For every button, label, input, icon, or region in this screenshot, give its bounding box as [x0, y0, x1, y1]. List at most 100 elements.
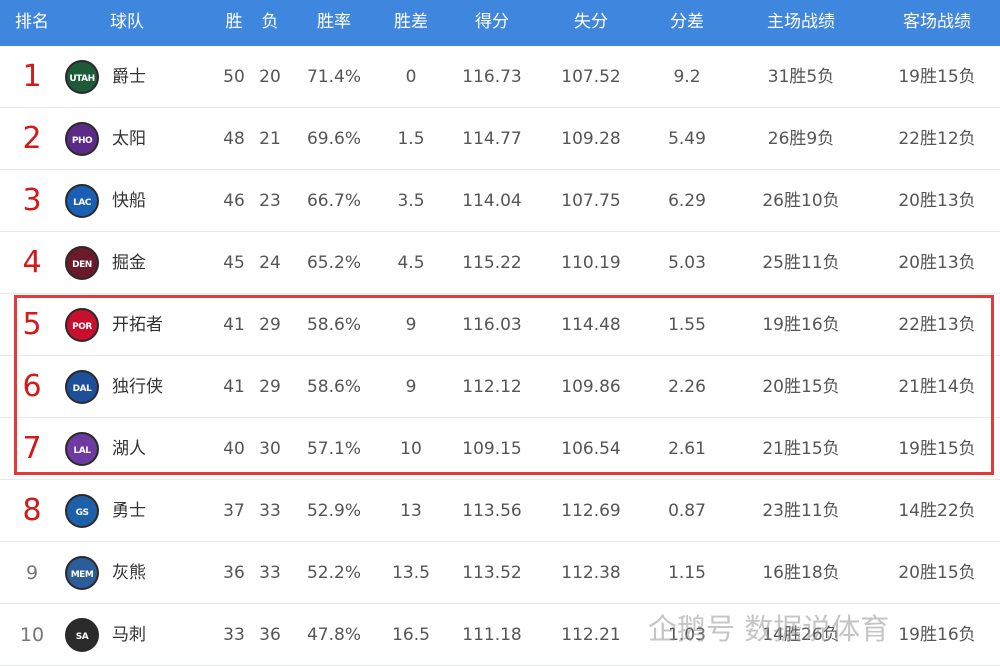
watermark: 企鹅号 数据说体育	[648, 612, 890, 646]
cell-pa: 106.54	[561, 439, 621, 459]
team-logo-icon: LAC	[65, 184, 99, 218]
cell-pct: 52.9%	[306, 501, 362, 521]
cell-home: 25胜11负	[762, 253, 840, 273]
cell-pf: 116.03	[462, 315, 522, 335]
cell-wins: 48	[223, 129, 245, 149]
cell-diff: 6.29	[668, 191, 706, 211]
cell-pa: 109.28	[561, 129, 621, 149]
cell-gb: 9	[405, 377, 417, 397]
cell-losses: 20	[259, 67, 281, 87]
team-logo-icon: DEN	[65, 246, 99, 280]
table-row: 7 LAL 湖人 40 30 57.1% 10 109.15 106.54 2.61 21胜15负 1…	[0, 418, 1000, 480]
rank-number: 10	[19, 624, 45, 646]
team-logo-icon: GS	[65, 494, 99, 528]
header-points-against: 失分	[574, 12, 608, 32]
cell-gb: 1.5	[397, 129, 425, 149]
cell-pf: 115.22	[462, 253, 522, 273]
rank-number: 2	[22, 121, 42, 156]
cell-pf: 109.15	[462, 439, 522, 459]
cell-pa: 109.86	[561, 377, 621, 397]
cell-away: 19胜15负	[898, 439, 976, 459]
cell-away: 14胜22负	[898, 501, 976, 521]
cell-wins: 41	[223, 377, 245, 397]
cell-pct: 65.2%	[306, 253, 362, 273]
cell-losses: 24	[259, 253, 281, 273]
cell-wins: 50	[223, 67, 245, 87]
team-name[interactable]: 太阳	[112, 108, 146, 170]
team-name[interactable]: 灰熊	[112, 542, 146, 604]
team-name[interactable]: 马刺	[112, 604, 146, 666]
cell-diff: 0.87	[668, 501, 706, 521]
cell-wins: 37	[223, 501, 245, 521]
cell-away: 22胜12负	[898, 129, 976, 149]
cell-pf: 111.18	[462, 625, 522, 645]
cell-pa: 110.19	[561, 253, 621, 273]
header-games-behind: 胜差	[394, 12, 428, 32]
cell-pct: 57.1%	[306, 439, 362, 459]
table-row: 9 MEM 灰熊 36 33 52.2% 13.5 113.52 112.38 1.15 16胜18…	[0, 542, 1000, 604]
header-win-pct: 胜率	[317, 12, 351, 32]
table-row: 2 PHO 太阳 48 21 69.6% 1.5 114.77 109.28 5.49 26胜9负 2…	[0, 108, 1000, 170]
cell-pa: 112.69	[561, 501, 621, 521]
team-name[interactable]: 湖人	[112, 418, 146, 480]
rank-number: 8	[22, 493, 42, 528]
cell-pa: 112.21	[561, 625, 621, 645]
cell-pct: 52.2%	[306, 563, 362, 583]
cell-pf: 113.56	[462, 501, 522, 521]
cell-gb: 3.5	[397, 191, 425, 211]
header-away-record: 客场战绩	[903, 12, 971, 32]
rank-number: 9	[25, 562, 39, 584]
cell-gb: 9	[405, 315, 417, 335]
team-logo-icon: UTAH	[65, 60, 99, 94]
cell-home: 21胜15负	[762, 439, 840, 459]
team-logo-icon: SA	[65, 618, 99, 652]
cell-losses: 29	[259, 315, 281, 335]
team-logo-abbr: GS	[75, 507, 89, 518]
header-losses: 负	[261, 12, 279, 32]
team-logo-icon: MEM	[65, 556, 99, 590]
rank-number: 6	[22, 369, 42, 404]
team-name[interactable]: 勇士	[112, 480, 146, 542]
cell-home: 23胜11负	[762, 501, 840, 521]
cell-home: 16胜18负	[762, 563, 840, 583]
team-logo-abbr: DEN	[72, 259, 92, 270]
table-header: 排名 球队 胜 负 胜率 胜差 得分 失分 分差 主场战绩 客场战绩	[0, 0, 1000, 46]
table-row: 6 DAL 独行侠 41 29 58.6% 9 112.12 109.86 2.26 20胜15负 2…	[0, 356, 1000, 418]
team-name[interactable]: 快船	[112, 170, 146, 232]
cell-diff: 5.03	[668, 253, 706, 273]
team-name[interactable]: 独行侠	[112, 356, 163, 418]
cell-away: 19胜15负	[898, 67, 976, 87]
team-name[interactable]: 掘金	[112, 232, 146, 294]
cell-pf: 114.04	[462, 191, 522, 211]
header-points-for: 得分	[475, 12, 509, 32]
team-logo-abbr: SA	[75, 631, 89, 642]
cell-losses: 33	[259, 563, 281, 583]
rank-number: 3	[22, 183, 42, 218]
cell-pf: 112.12	[462, 377, 522, 397]
cell-pf: 113.52	[462, 563, 522, 583]
team-logo-abbr: LAC	[73, 197, 91, 208]
cell-pf: 116.73	[462, 67, 522, 87]
cell-pa: 112.38	[561, 563, 621, 583]
cell-gb: 13	[400, 501, 422, 521]
cell-away: 21胜14负	[898, 377, 976, 397]
team-logo-abbr: DAL	[72, 383, 92, 394]
cell-losses: 29	[259, 377, 281, 397]
cell-away: 19胜16负	[898, 625, 976, 645]
cell-pct: 69.6%	[306, 129, 362, 149]
team-name[interactable]: 爵士	[112, 46, 146, 108]
cell-wins: 36	[223, 563, 245, 583]
cell-wins: 46	[223, 191, 245, 211]
cell-pct: 58.6%	[306, 315, 362, 335]
table-row: 8 GS 勇士 37 33 52.9% 13 113.56 112.69 0.87 23胜11负 14…	[0, 480, 1000, 542]
team-name[interactable]: 开拓者	[112, 294, 163, 356]
rank-number: 4	[22, 245, 42, 280]
rank-number: 1	[22, 59, 42, 94]
team-logo-abbr: PHO	[71, 135, 93, 146]
cell-wins: 41	[223, 315, 245, 335]
cell-away: 20胜13负	[898, 191, 976, 211]
cell-wins: 40	[223, 439, 245, 459]
cell-pct: 47.8%	[306, 625, 362, 645]
cell-pa: 107.52	[561, 67, 621, 87]
cell-pf: 114.77	[462, 129, 522, 149]
